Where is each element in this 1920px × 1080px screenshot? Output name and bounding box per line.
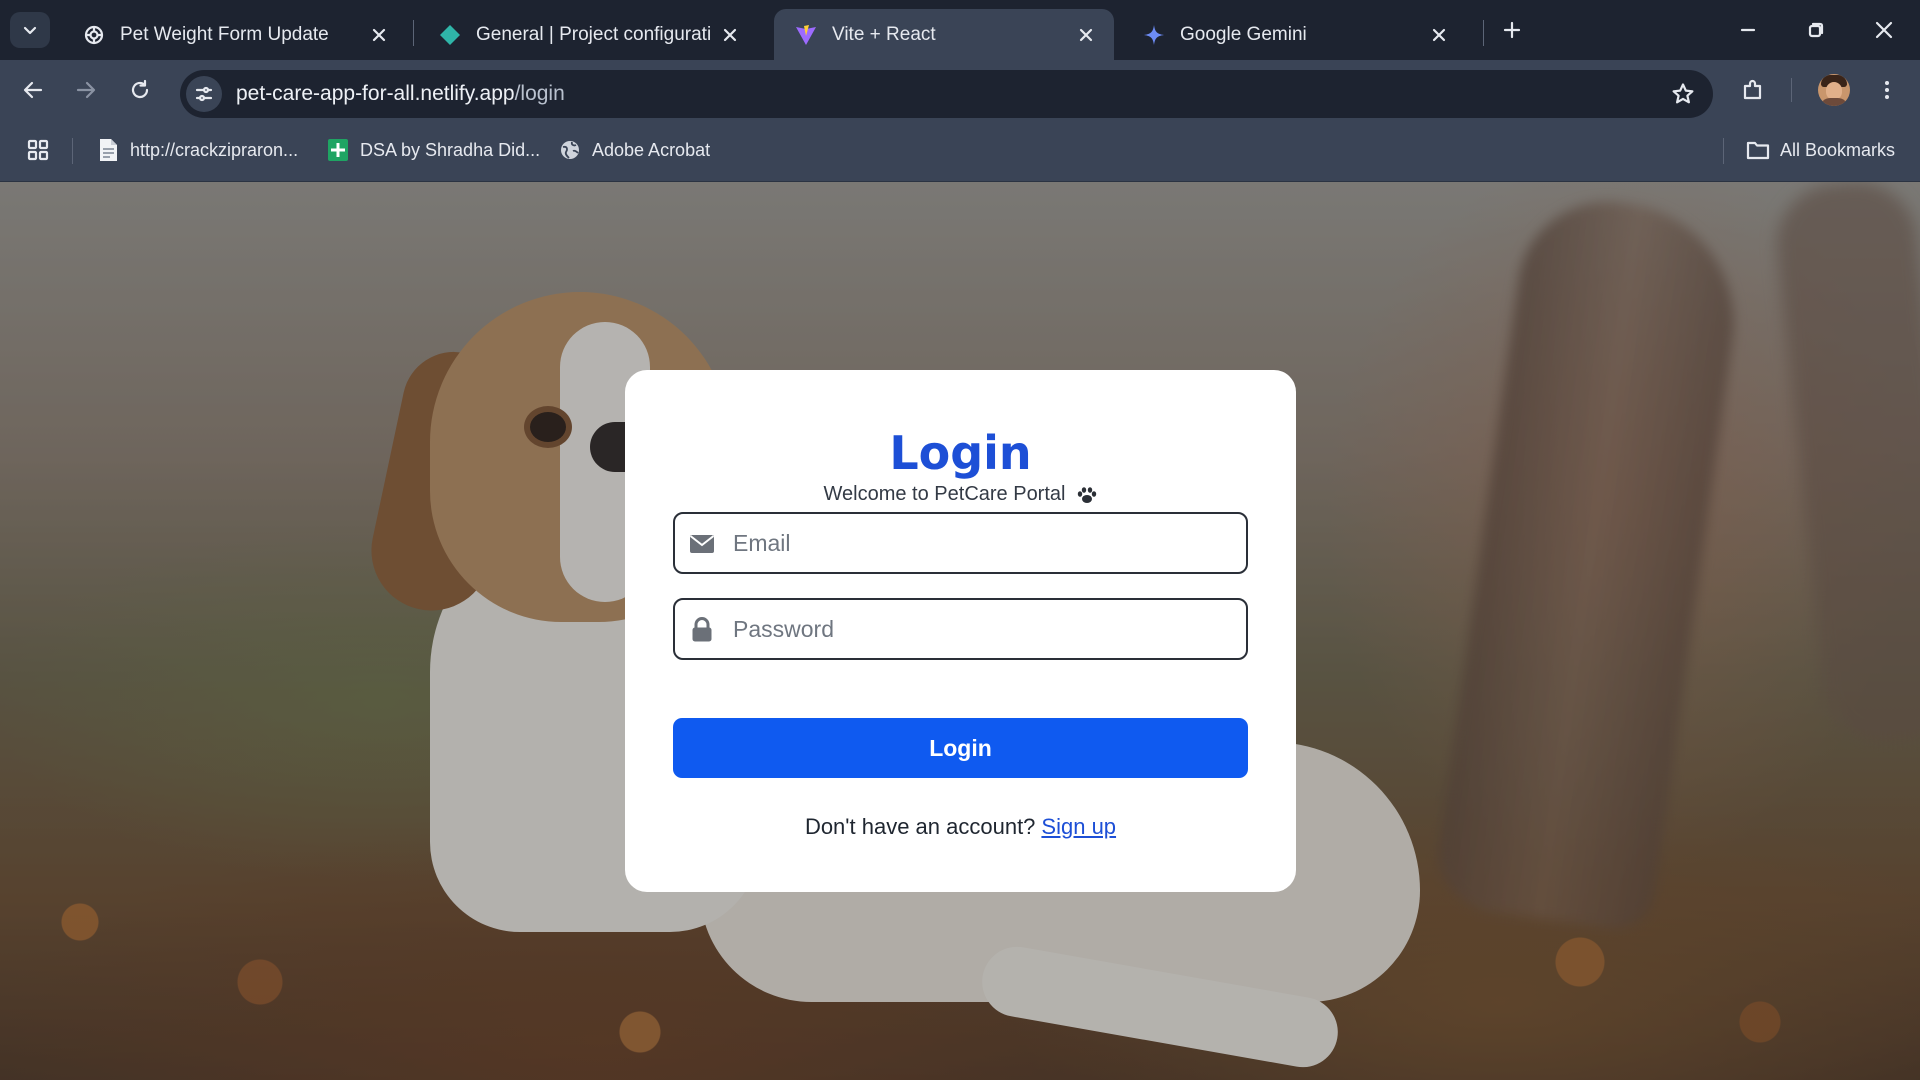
- tab-title: Google Gemini: [1180, 23, 1307, 45]
- plus-icon: [1503, 21, 1521, 39]
- openai-icon: [82, 23, 106, 47]
- tab-pet-weight-form[interactable]: Pet Weight Form Update: [62, 9, 407, 60]
- url-host: pet-care-app-for-all.netlify.app: [236, 82, 515, 105]
- password-field[interactable]: [673, 598, 1248, 660]
- subtitle-text: Welcome to PetCare Portal: [823, 483, 1066, 505]
- bookmarks-separator: [72, 138, 73, 164]
- address-bar[interactable]: pet-care-app-for-all.netlify.app/login: [180, 70, 1713, 118]
- password-input[interactable]: [733, 600, 1233, 658]
- tab-google-gemini[interactable]: Google Gemini: [1122, 9, 1467, 60]
- tab-title: Pet Weight Form Update: [120, 23, 329, 45]
- login-title: Login: [889, 426, 1032, 480]
- gemini-icon: [1142, 23, 1166, 47]
- login-button[interactable]: Login: [673, 718, 1248, 778]
- close-icon[interactable]: [718, 23, 742, 47]
- envelope-icon: [689, 531, 715, 557]
- tab-project-configuration[interactable]: General | Project configuration |: [418, 9, 758, 60]
- bookmark-label: http://crackzipraron...: [130, 139, 299, 160]
- tune-icon: [195, 86, 213, 102]
- apps-grid-icon: [26, 138, 50, 162]
- new-tab-button[interactable]: [1494, 12, 1530, 48]
- arrow-left-icon: [23, 81, 43, 99]
- close-icon[interactable]: [1074, 23, 1098, 47]
- more-vert-icon: [1885, 81, 1889, 99]
- close-icon[interactable]: [1427, 23, 1451, 47]
- tab-search-button[interactable]: [10, 12, 50, 48]
- minimize-icon: [1740, 28, 1756, 32]
- lock-icon: [689, 617, 715, 643]
- tab-separator: [413, 20, 414, 46]
- globe-icon: [558, 138, 582, 162]
- restore-icon: [1808, 22, 1824, 38]
- bookmark-adobe-acrobat[interactable]: Adobe Acrobat: [558, 135, 710, 165]
- vite-icon: [794, 23, 818, 47]
- sheets-icon: [326, 138, 350, 162]
- star-icon: [1672, 83, 1694, 104]
- bookmark-dsa-shradha[interactable]: DSA by Shradha Did...: [326, 135, 540, 165]
- signup-prompt: Don't have an account?: [804, 814, 1036, 839]
- forward-button[interactable]: [65, 69, 107, 111]
- tab-separator: [1483, 20, 1484, 46]
- url-text: pet-care-app-for-all.netlify.app/login: [236, 82, 565, 106]
- login-subtitle: Welcome to PetCare Portal: [625, 483, 1296, 506]
- arrow-right-icon: [76, 81, 96, 99]
- page-viewport: Login Welcome to PetCare Portal Login Do…: [0, 182, 1920, 1080]
- browser-toolbar: pet-care-app-for-all.netlify.app/login: [0, 60, 1920, 120]
- page-icon: [96, 138, 120, 162]
- close-icon: [1875, 21, 1893, 39]
- back-button[interactable]: [12, 69, 54, 111]
- bookmark-crackzipraron[interactable]: http://crackzipraron...: [96, 135, 298, 165]
- tab-strip: Pet Weight Form Update General | Project…: [0, 0, 1920, 60]
- profile-avatar[interactable]: [1818, 74, 1850, 106]
- login-card: Login Welcome to PetCare Portal Login Do…: [625, 370, 1296, 892]
- signup-link[interactable]: Sign up: [1041, 814, 1116, 839]
- tab-title: Vite + React: [832, 23, 936, 45]
- menu-button[interactable]: [1866, 69, 1908, 111]
- all-bookmarks-button[interactable]: All Bookmarks: [1746, 135, 1895, 165]
- close-window-button[interactable]: [1854, 8, 1914, 52]
- url-path: /login: [514, 82, 565, 105]
- chevron-down-icon: [23, 26, 37, 35]
- folder-icon: [1746, 138, 1770, 162]
- bookmarks-bar: http://crackzipraron... DSA by Shradha D…: [0, 120, 1920, 182]
- bookmark-star-button[interactable]: [1669, 80, 1697, 108]
- signup-row: Don't have an account? Sign up: [625, 814, 1296, 840]
- reload-icon: [131, 79, 149, 99]
- bookmark-label: DSA by Shradha Did...: [360, 139, 541, 160]
- apps-button[interactable]: [26, 135, 60, 165]
- minimize-button[interactable]: [1718, 8, 1778, 52]
- tab-vite-react[interactable]: Vite + React: [774, 9, 1114, 60]
- email-field[interactable]: [673, 512, 1248, 574]
- toolbar-separator: [1791, 78, 1792, 102]
- puzzle-icon: [1743, 79, 1762, 100]
- reload-button[interactable]: [119, 69, 161, 111]
- bookmarks-separator: [1723, 138, 1724, 164]
- site-info-button[interactable]: [186, 76, 222, 112]
- tab-title: General | Project configuration |: [476, 23, 710, 45]
- email-input[interactable]: [733, 514, 1233, 572]
- netlify-icon: [438, 23, 462, 47]
- bookmark-label: Adobe Acrobat: [592, 139, 711, 160]
- extensions-button[interactable]: [1732, 69, 1774, 111]
- paw-icon: [1075, 484, 1097, 506]
- avatar-shirt: [1820, 98, 1848, 106]
- restore-button[interactable]: [1786, 8, 1846, 52]
- close-icon[interactable]: [367, 23, 391, 47]
- all-bookmarks-label: All Bookmarks: [1780, 139, 1896, 160]
